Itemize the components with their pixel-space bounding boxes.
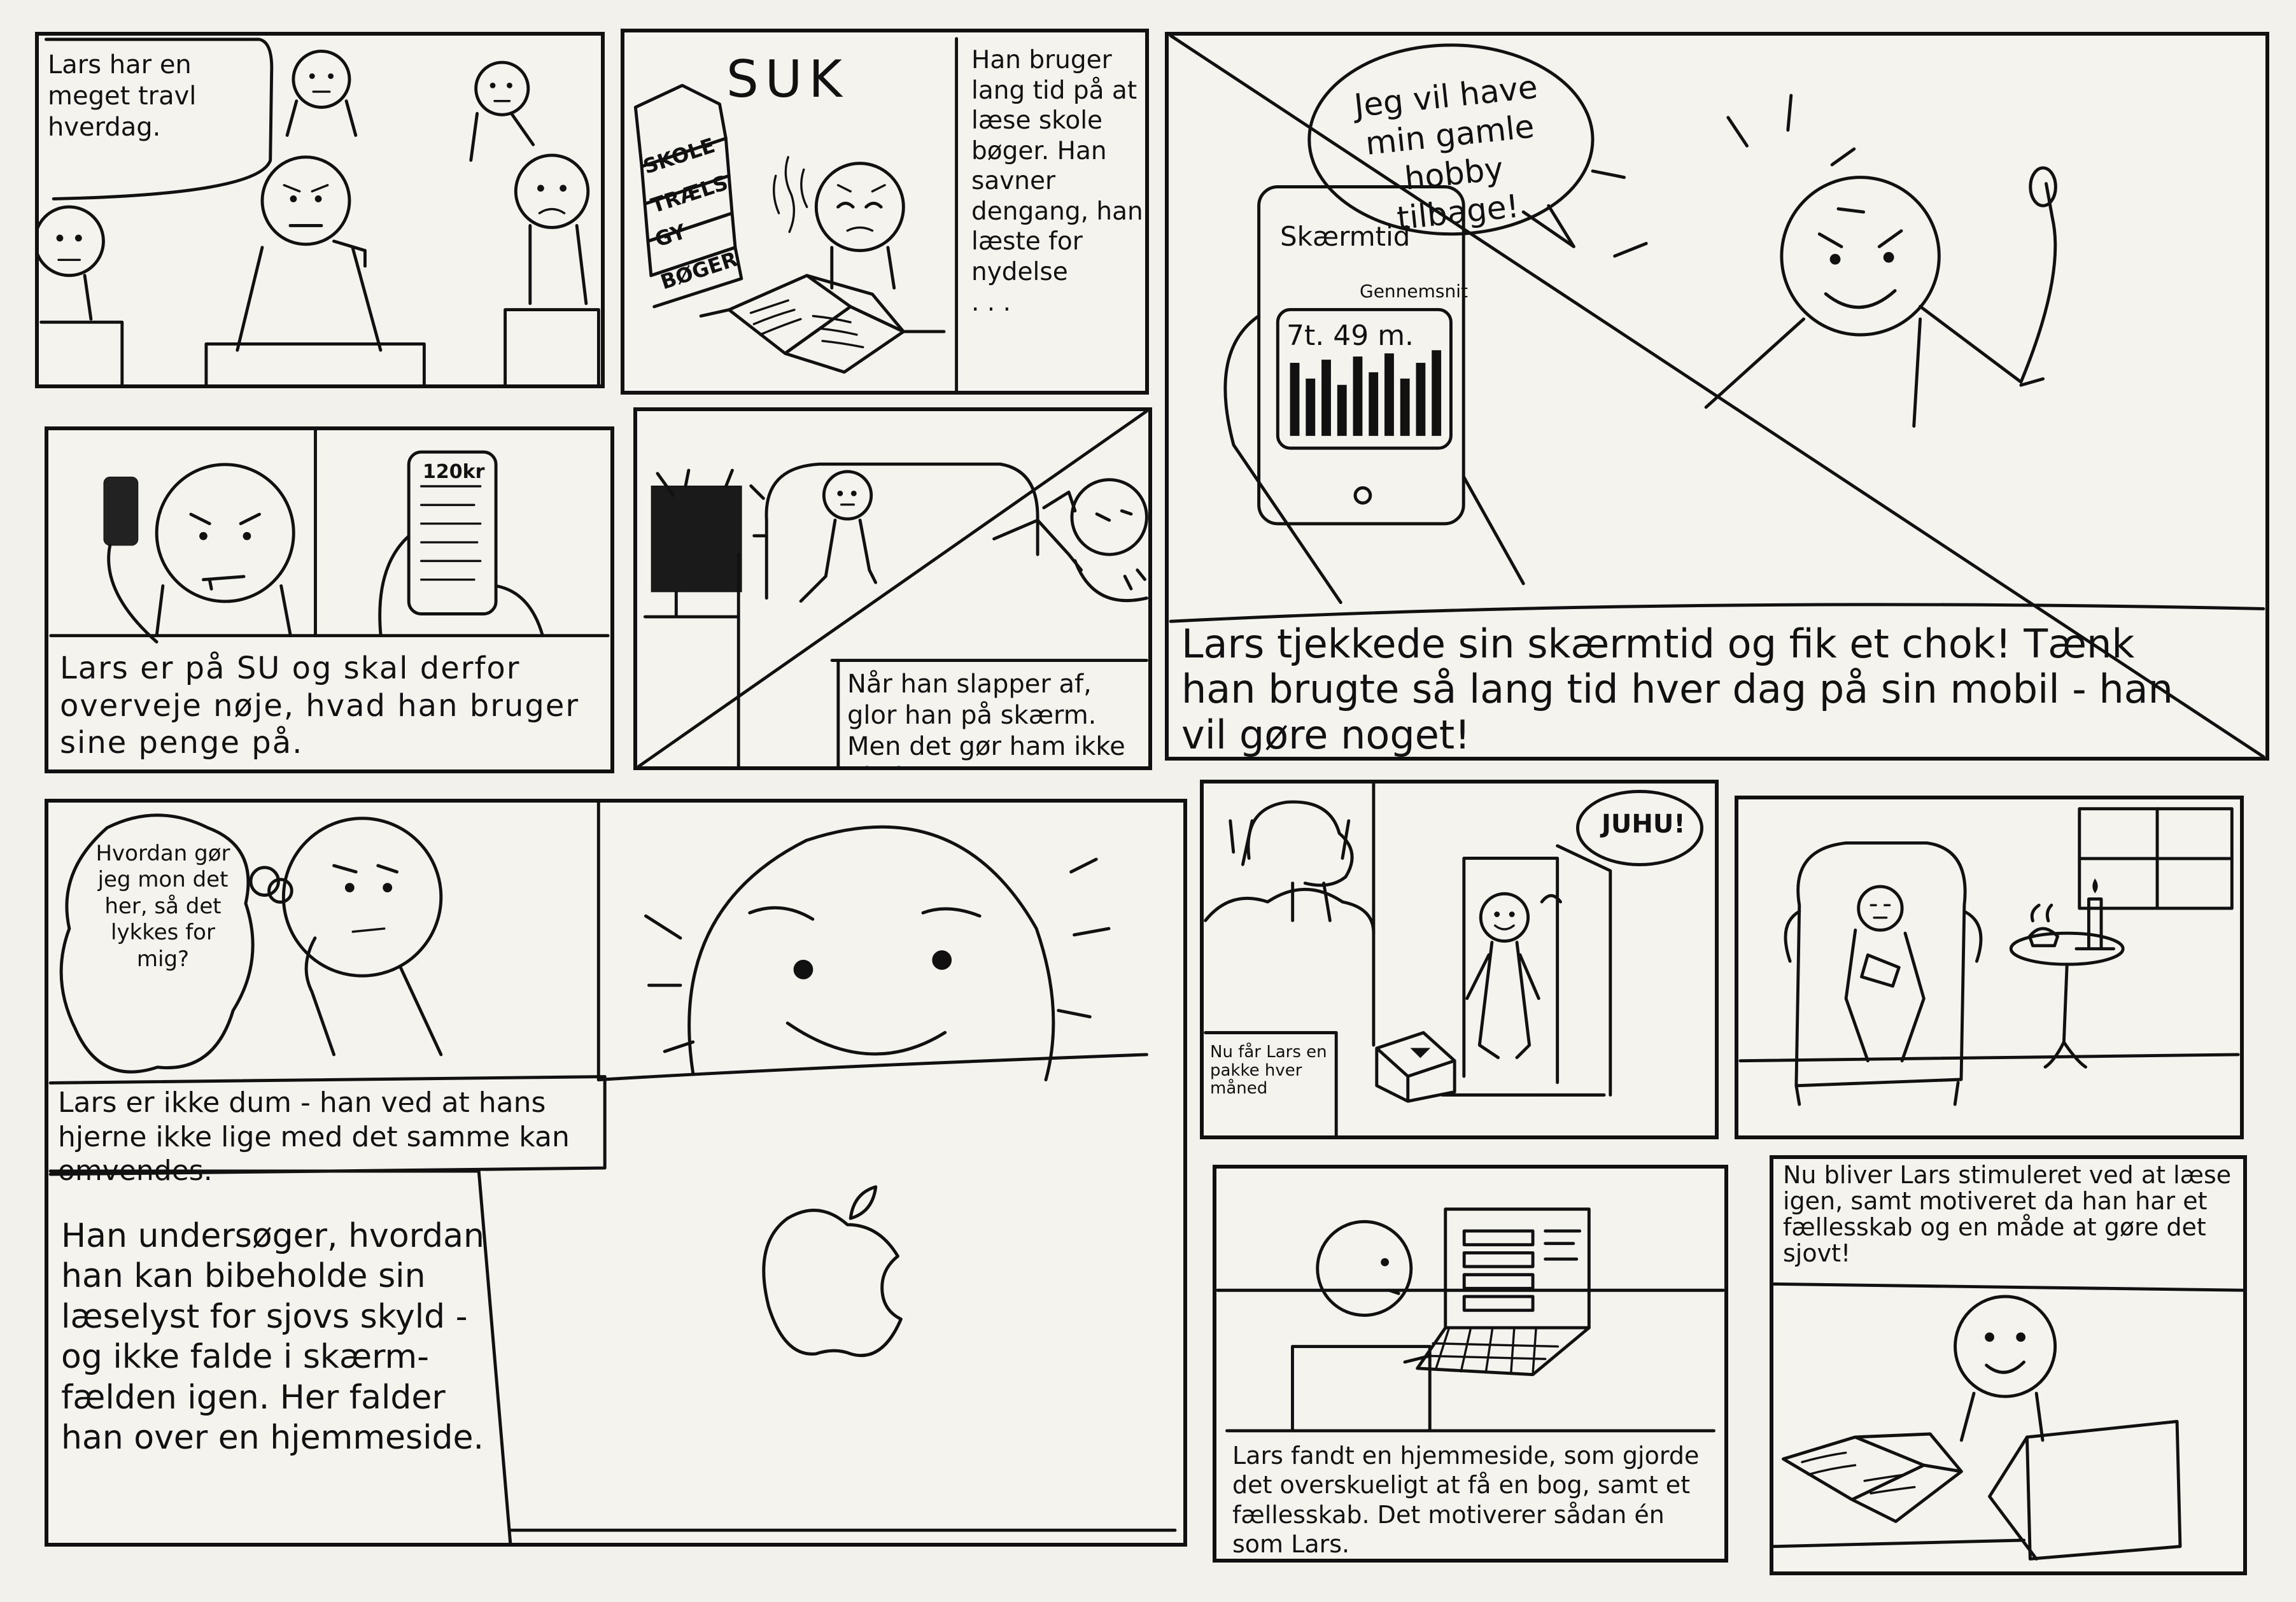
panel-screen-time: Jeg vil have min gamle hobby tilbage! Sk… [1165, 32, 2269, 761]
exclaim-text: JUHU! [1602, 810, 1686, 839]
student-budget-caption: Lars er på SU og skal derfor overveje nø… [60, 650, 580, 761]
panel-website: Lars fandt en hjemmeside, som gjorde det… [1213, 1165, 1728, 1563]
panel-student-budget: 120kr Lars er på SU og skal derfor overv… [45, 426, 614, 773]
panel-research: Hvordan gør jeg mon det her, så det lykk… [45, 799, 1187, 1547]
thought-text: Hvordan gør jeg mon det her, så det lykk… [95, 841, 230, 972]
panel-busy-day: Lars har en meget travl hverdag. [35, 32, 605, 388]
relaxing-caption: Når han slapper af, glor han på skærm. M… [847, 670, 1125, 766]
panel-motivated: Nu bliver Lars stimuleret ved at læse ig… [1770, 1155, 2247, 1575]
research-caption-top: Lars er ikke dum - han ved at hans hjern… [58, 1086, 570, 1188]
comic-page: Lars har en meget travl hverdag. SUK SKO… [0, 0, 2296, 1602]
reading-armchair-illustration [1738, 807, 2240, 1106]
website-caption: Lars fandt en hjemmeside, som gjorde det… [1232, 1442, 1700, 1559]
research-caption-bottom: Han undersøger, hvordan han kan bibehold… [61, 1217, 484, 1458]
motivated-caption: Nu bliver Lars stimuleret ved at læse ig… [1783, 1161, 2232, 1268]
screen-time-title: Skærmtid [1280, 221, 1411, 252]
speech-bubble-text: Jeg vil have min gamle hobby tilbage! [1352, 68, 1540, 237]
panel-reading-armchair [1735, 796, 2244, 1139]
package-caption: Nu får Lars en pakke hver måned [1210, 1043, 1327, 1099]
busy-day-caption: Lars har en meget travl hverdag. [48, 50, 197, 142]
panel-package: JUHU! Nu får Lars en pakke hver måned [1200, 780, 1719, 1139]
screen-time-value: 7t. 49 m. [1286, 320, 1414, 352]
screen-time-average-label: Gennemsnit [1360, 281, 1468, 302]
screen-time-caption: Lars tjekkede sin skærmtid og fik et cho… [1181, 621, 2173, 758]
panel-school-books: SUK SKOLE TRÆLS GY BØGER Han bruger lang… [621, 29, 1149, 395]
price-label: 120kr [423, 461, 485, 483]
school-books-caption: Han bruger lang tid på at læse skole bøg… [971, 46, 1143, 317]
panel-relaxing: Når han slapper af, glor han på skærm. M… [633, 407, 1152, 770]
sigh-sound: SUK [726, 50, 849, 109]
